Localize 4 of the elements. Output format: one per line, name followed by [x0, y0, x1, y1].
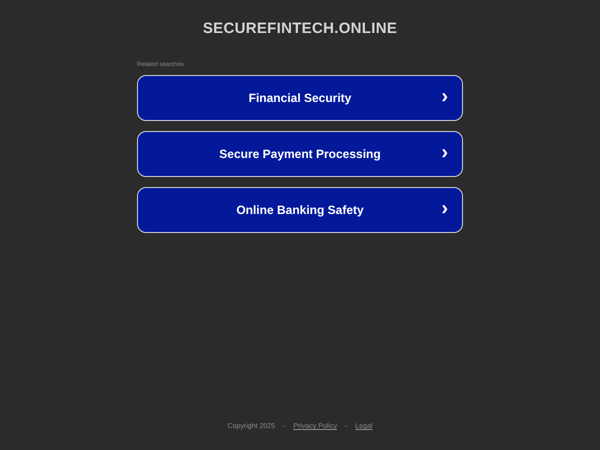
- search-link[interactable]: Online Banking Safety ›: [137, 187, 463, 233]
- search-link[interactable]: Secure Payment Processing ›: [137, 131, 463, 177]
- site-title: SECUREFINTECH.ONLINE: [202, 20, 398, 37]
- search-link[interactable]: Financial Security ›: [137, 75, 463, 121]
